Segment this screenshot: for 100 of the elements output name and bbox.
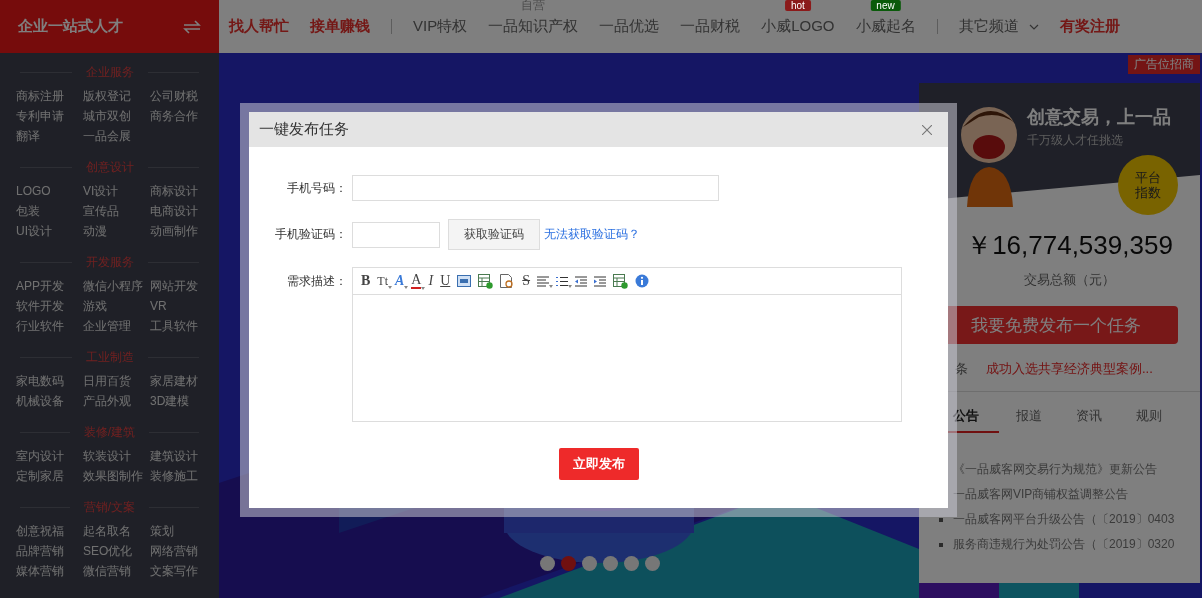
category-link[interactable]: VI设计 — [83, 181, 150, 201]
field-label: 手机号码： — [286, 179, 348, 197]
category-heading: 创意设计 — [85, 158, 134, 176]
nav-link[interactable]: 其它频道 — [958, 17, 1019, 36]
nav-badge: new — [870, 0, 901, 11]
category-link[interactable]: 软件开发 — [16, 296, 83, 316]
category-link[interactable]: 室内设计 — [16, 446, 83, 466]
category-heading: 企业服务 — [85, 63, 134, 81]
category-link[interactable]: 公司财税 — [150, 86, 217, 106]
category-link[interactable]: 城市双创 — [83, 106, 150, 126]
table-insert-icon[interactable] — [613, 273, 629, 289]
category-link[interactable]: 动漫 — [83, 221, 150, 241]
category-link[interactable]: 机械设备 — [16, 391, 83, 411]
panel-slogan: 创意交易，上一品 — [1027, 106, 1171, 129]
category-link[interactable]: 网站开发 — [150, 276, 217, 296]
nav-link[interactable]: 有奖注册 — [1059, 17, 1120, 36]
category-link[interactable]: 企业管理 — [83, 316, 150, 336]
publish-button[interactable]: 立即发布 — [559, 448, 639, 480]
category-link[interactable]: 微信小程序 — [83, 276, 150, 296]
nav-link[interactable]: 找人帮忙 — [229, 17, 289, 36]
category-link[interactable]: LOGO — [16, 181, 83, 201]
category-heading: 装修/建筑 — [83, 423, 136, 441]
info-icon[interactable] — [635, 274, 650, 288]
italic-tool[interactable]: I — [428, 274, 434, 288]
category-link[interactable]: 3D建模 — [150, 391, 217, 411]
category-link[interactable]: 行业软件 — [16, 316, 83, 336]
headline-link[interactable]: 成功入选共享经济典型案例... — [986, 360, 1153, 378]
close-icon[interactable] — [922, 124, 932, 135]
category-link[interactable]: APP开发 — [16, 276, 83, 296]
category-link[interactable]: 品牌营销 — [16, 541, 83, 561]
bold-tool[interactable]: B — [361, 274, 371, 288]
table-insert-icon[interactable] — [478, 273, 494, 289]
code-help-link[interactable]: 无法获取验证码？ — [544, 226, 640, 243]
field-label: 需求描述： — [286, 273, 348, 290]
category-link[interactable]: 日用百货 — [83, 371, 150, 391]
panel-tab[interactable]: 报道 — [999, 407, 1059, 433]
rich-text-editor[interactable]: B Tt A A I U S — [352, 267, 902, 422]
category-heading: 营销/文案 — [83, 498, 136, 516]
phone-input[interactable] — [352, 175, 719, 201]
underline-tool[interactable]: U — [440, 274, 451, 288]
category-link[interactable]: 翻译 — [16, 126, 83, 146]
category-link[interactable]: 电商设计 — [150, 201, 217, 221]
outdent-icon[interactable] — [575, 275, 588, 287]
get-code-button[interactable]: 获取验证码 — [448, 219, 540, 250]
nav-link[interactable]: 小威LOGO — [761, 17, 835, 36]
indent-icon[interactable] — [594, 275, 607, 287]
category-link[interactable]: 宣传品 — [83, 201, 150, 221]
swap-icon[interactable] — [183, 19, 201, 34]
category-link[interactable]: 微信营销 — [83, 561, 150, 581]
font-size-tool[interactable]: Tt — [377, 274, 388, 288]
category-link[interactable]: 效果图制作 — [83, 466, 150, 486]
panel-tab[interactable]: 资讯 — [1059, 407, 1119, 433]
dialog-title: 一键发布任务 — [259, 120, 349, 139]
nav-link[interactable]: 一品优选 — [599, 17, 660, 36]
code-input[interactable] — [352, 221, 440, 248]
category-link[interactable]: 商标注册 — [16, 86, 83, 106]
category-link[interactable]: UI设计 — [16, 221, 83, 241]
category-link[interactable]: 软装设计 — [83, 446, 150, 466]
category-link[interactable]: 文案写作 — [150, 561, 217, 581]
strikethrough-tool[interactable]: S — [522, 274, 531, 288]
category-link[interactable]: 建筑设计 — [150, 446, 217, 466]
field-label: 手机验证码： — [274, 226, 348, 243]
nav-link[interactable]: VIP特权 — [413, 17, 468, 36]
category-link[interactable]: 网络营销 — [150, 541, 217, 561]
category-link[interactable]: 家居建材 — [150, 371, 217, 391]
category-link[interactable]: 商标设计 — [150, 181, 217, 201]
total-amount: ￥16,774,539,359 — [965, 229, 1173, 262]
headline-label: 条 — [955, 360, 968, 378]
font-family-tool[interactable]: A — [395, 274, 405, 288]
category-link[interactable]: 起名取名 — [83, 521, 150, 541]
nav-link[interactable]: 一品知识产权 — [488, 17, 579, 36]
font-color-tool[interactable]: A — [411, 273, 422, 289]
nav-link[interactable]: 接单赚钱 — [310, 17, 370, 36]
category-link[interactable]: 产品外观 — [83, 391, 150, 411]
notice-link[interactable]: 服务商违规行为处罚公告（〔2019〕0320 — [953, 536, 1175, 553]
panel-tab[interactable]: 规则 — [1119, 407, 1179, 433]
category-link[interactable]: 策划 — [150, 521, 217, 541]
category-link[interactable]: SEO优化 — [83, 541, 150, 561]
align-icon[interactable] — [537, 275, 550, 287]
image-icon[interactable] — [457, 275, 472, 287]
category-link[interactable]: 定制家居 — [16, 466, 83, 486]
category-link[interactable]: 家电数码 — [16, 371, 83, 391]
category-link[interactable]: 游戏 — [83, 296, 150, 316]
nav-link[interactable]: 小威起名 — [855, 17, 916, 36]
chevron-down-icon[interactable] — [1028, 23, 1039, 30]
category-link[interactable]: 装修施工 — [150, 466, 217, 486]
nav-badge: hot — [784, 0, 811, 11]
ad-tag[interactable]: 广告位招商 — [1128, 55, 1200, 74]
category-link[interactable]: 媒体营销 — [16, 561, 83, 581]
preview-icon[interactable] — [500, 273, 516, 289]
category-link[interactable]: 商务合作 — [150, 106, 217, 126]
bulleted-list-icon[interactable] — [556, 275, 569, 287]
category-link[interactable]: 专利申请 — [16, 106, 83, 126]
category-link[interactable]: VR — [150, 296, 217, 316]
category-link[interactable]: 创意祝福 — [16, 521, 83, 541]
category-link[interactable]: 包装 — [16, 201, 83, 221]
category-link[interactable]: 版权登记 — [83, 86, 150, 106]
category-link[interactable]: 工具软件 — [150, 316, 217, 336]
category-link[interactable]: 动画制作 — [150, 221, 217, 241]
nav-link[interactable]: 一品财税 — [680, 17, 741, 36]
